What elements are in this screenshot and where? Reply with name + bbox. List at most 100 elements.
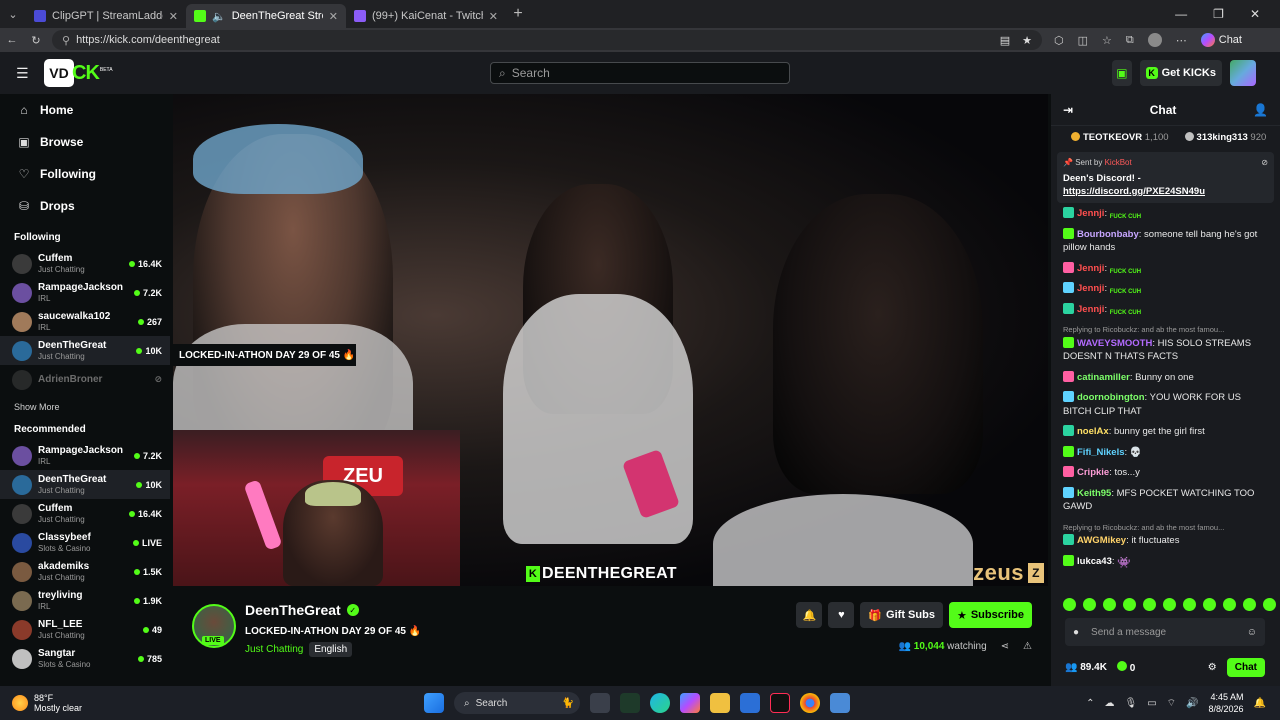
sidebar-channel[interactable]: NFL_LEE Just Chatting 49 <box>0 615 170 644</box>
show-more-link[interactable]: Show More <box>0 394 170 414</box>
more-icon[interactable]: ⋯ <box>1176 34 1187 47</box>
unpin-icon[interactable]: ⊘ <box>1261 158 1268 167</box>
chat-username[interactable]: Cripkie <box>1077 467 1109 478</box>
tab-search-icon[interactable]: ⌄ <box>0 0 26 28</box>
chat-message[interactable]: Jennji: FUCK CUH <box>1063 282 1268 296</box>
site-info-icon[interactable]: ⚲ <box>62 34 70 47</box>
pinned-link[interactable]: https://discord.gg/PXE24SN49u <box>1063 186 1268 197</box>
profile-avatar[interactable] <box>1147 33 1162 47</box>
close-tab-icon[interactable]: ✕ <box>169 10 178 23</box>
video-player[interactable]: LOCKED-IN-ATHON DAY 29 OF 45 🔥 ZEU K DEE… <box>173 94 1048 586</box>
taskbar-search[interactable]: ⌕ Search 🐈 <box>454 692 580 714</box>
pinned-message[interactable]: 📌 Sent by KickBot ⊘ Deen's Discord! - ht… <box>1057 152 1274 203</box>
emote-icon[interactable] <box>1243 598 1256 611</box>
reader-icon[interactable]: ▤ <box>1000 34 1010 47</box>
store-app-icon[interactable] <box>740 693 760 713</box>
notification-bell-icon[interactable]: 🔔 <box>1254 698 1266 709</box>
new-tab-button[interactable]: + <box>506 5 530 23</box>
emote-icon[interactable] <box>1143 598 1156 611</box>
refresh-icon[interactable]: ↻ <box>24 34 48 47</box>
store-button[interactable]: ▣ <box>1112 60 1132 86</box>
browser-tab[interactable]: (99+) KaiCenat - Twitch ✕ <box>346 4 506 28</box>
app-icon[interactable] <box>620 693 640 713</box>
extensions-icon[interactable]: ⬡ <box>1054 34 1064 47</box>
chat-message[interactable]: Keith95: MFS POCKET WATCHING TOO GAWD <box>1063 486 1268 514</box>
sidebar-channel[interactable]: treyliving IRL 1.9K <box>0 586 170 615</box>
chat-username[interactable]: doornobington <box>1077 392 1145 403</box>
close-window-icon[interactable]: ✕ <box>1250 7 1260 21</box>
copilot-app-icon[interactable] <box>680 693 700 713</box>
chat-message[interactable]: doornobington: YOU WORK FOR US BITCH CLI… <box>1063 391 1268 418</box>
split-screen-icon[interactable]: ◫ <box>1078 34 1088 47</box>
chrome-icon[interactable] <box>800 693 820 713</box>
back-icon[interactable]: ← <box>0 34 24 46</box>
get-kicks-button[interactable]: K Get KICKs <box>1139 60 1222 86</box>
sidebar-channel[interactable]: Cuffem Just Chatting 16.4K <box>0 499 170 528</box>
sidebar-channel[interactable]: Sangtar Slots & Casino 785 <box>0 644 170 673</box>
chat-message[interactable]: Jennji: FUCK CUH <box>1063 207 1268 221</box>
search-input[interactable]: ⌕ Search <box>490 62 790 84</box>
cloud-icon[interactable]: ☁ <box>1104 698 1114 709</box>
chat-users-icon[interactable]: 👤 <box>1253 103 1268 117</box>
send-chat-button[interactable]: Chat <box>1226 657 1265 677</box>
sidebar-channel[interactable]: saucewalka102 IRL 267 <box>0 307 170 336</box>
tiktok-icon[interactable] <box>770 693 790 713</box>
emote-icon[interactable] <box>1123 598 1136 611</box>
audio-icon[interactable]: 🔈 <box>212 10 226 23</box>
chat-username[interactable]: Jennji <box>1077 263 1104 274</box>
chat-message[interactable]: Replying to Ricobuckz: and ab the most f… <box>1063 521 1268 548</box>
close-tab-icon[interactable]: ✕ <box>329 10 338 23</box>
sidebar-channel[interactable]: AdrienBroner ⊘ <box>0 365 170 394</box>
chat-username[interactable]: Bourbonbaby <box>1077 229 1139 240</box>
language-tag[interactable]: English <box>309 642 353 657</box>
sidebar-channel[interactable]: akademiks Just Chatting 1.5K <box>0 557 170 586</box>
report-icon[interactable]: ⚠ <box>1023 641 1032 652</box>
volume-icon[interactable]: 🔊 <box>1186 698 1198 709</box>
chat-message[interactable]: Jennji: FUCK CUH <box>1063 302 1268 317</box>
collections-icon[interactable]: ⧉ <box>1126 34 1134 47</box>
emote-icon[interactable] <box>1203 598 1216 611</box>
channel-points[interactable]: 0 <box>1116 660 1135 674</box>
file-explorer-icon[interactable] <box>710 693 730 713</box>
url-field[interactable]: ⚲ https://kick.com/deenthegreat ▤ ★ <box>52 30 1042 50</box>
emote-icon[interactable] <box>1263 598 1276 611</box>
chevron-up-icon[interactable]: ⌃ <box>1086 698 1094 709</box>
chat-username[interactable]: Jennji <box>1077 304 1104 315</box>
weather-widget[interactable]: 88°F Mostly clear <box>0 693 200 713</box>
emote-icon[interactable] <box>1163 598 1176 611</box>
share-icon[interactable]: ⋖ <box>1001 641 1009 652</box>
sidebar-channel[interactable]: Cuffem Just Chatting 16.4K <box>0 249 170 278</box>
sidebar-channel[interactable]: Classybeef Slots & Casino LIVE <box>0 528 170 557</box>
mic-icon[interactable]: 🎙 <box>1124 698 1137 709</box>
emoji-icon[interactable]: ☺ <box>1247 627 1257 638</box>
start-icon[interactable] <box>424 693 444 713</box>
sidebar-nav-following[interactable]: ♡ Following <box>0 158 170 190</box>
kick-logo[interactable]: VD CK BETA <box>44 59 113 87</box>
chat-message[interactable]: noelAx: bunny get the girl first <box>1063 425 1268 439</box>
chat-username[interactable]: Keith95 <box>1077 488 1111 499</box>
emote-icon[interactable] <box>1183 598 1196 611</box>
follow-button[interactable]: ♥ <box>828 602 855 628</box>
maximize-icon[interactable]: ❐ <box>1213 7 1224 21</box>
chat-username[interactable]: AWGMikey <box>1077 535 1126 546</box>
sidebar-channel[interactable]: DeenTheGreat Just Chatting 10K <box>0 336 170 365</box>
notifications-button[interactable]: 🔔 <box>796 602 823 628</box>
edge-icon[interactable] <box>650 693 670 713</box>
sidebar-channel[interactable]: DeenTheGreat Just Chatting 10K <box>0 470 170 499</box>
sidebar-nav-home[interactable]: ⌂ Home <box>0 94 170 126</box>
chat-message[interactable]: Replying to Ricobuckz: and ab the most f… <box>1063 323 1268 364</box>
chat-username[interactable]: Jennji <box>1077 283 1104 294</box>
chat-message[interactable]: Fifi_Nikels: 💀 <box>1063 445 1268 460</box>
streamer-name[interactable]: DeenTheGreat ✓ <box>245 602 359 618</box>
browser-tab-active[interactable]: 🔈 DeenTheGreat Stream - Watch ✕ <box>186 4 346 28</box>
emote-icon[interactable] <box>1063 598 1076 611</box>
close-tab-icon[interactable]: ✕ <box>489 10 498 23</box>
display-icon[interactable]: ▭ <box>1147 698 1156 709</box>
wifi-icon[interactable]: ⌔ <box>1167 697 1176 710</box>
sidebar-nav-drops[interactable]: ⛁ Drops <box>0 190 170 222</box>
chat-username[interactable]: noelAx <box>1077 426 1109 437</box>
category-link[interactable]: Just Chatting <box>245 644 303 655</box>
chat-message[interactable]: Jennji: FUCK CUH <box>1063 261 1268 276</box>
gift-subs-button[interactable]: 🎁 Gift Subs <box>860 602 943 628</box>
favorites-icon[interactable]: ☆ <box>1102 34 1112 47</box>
